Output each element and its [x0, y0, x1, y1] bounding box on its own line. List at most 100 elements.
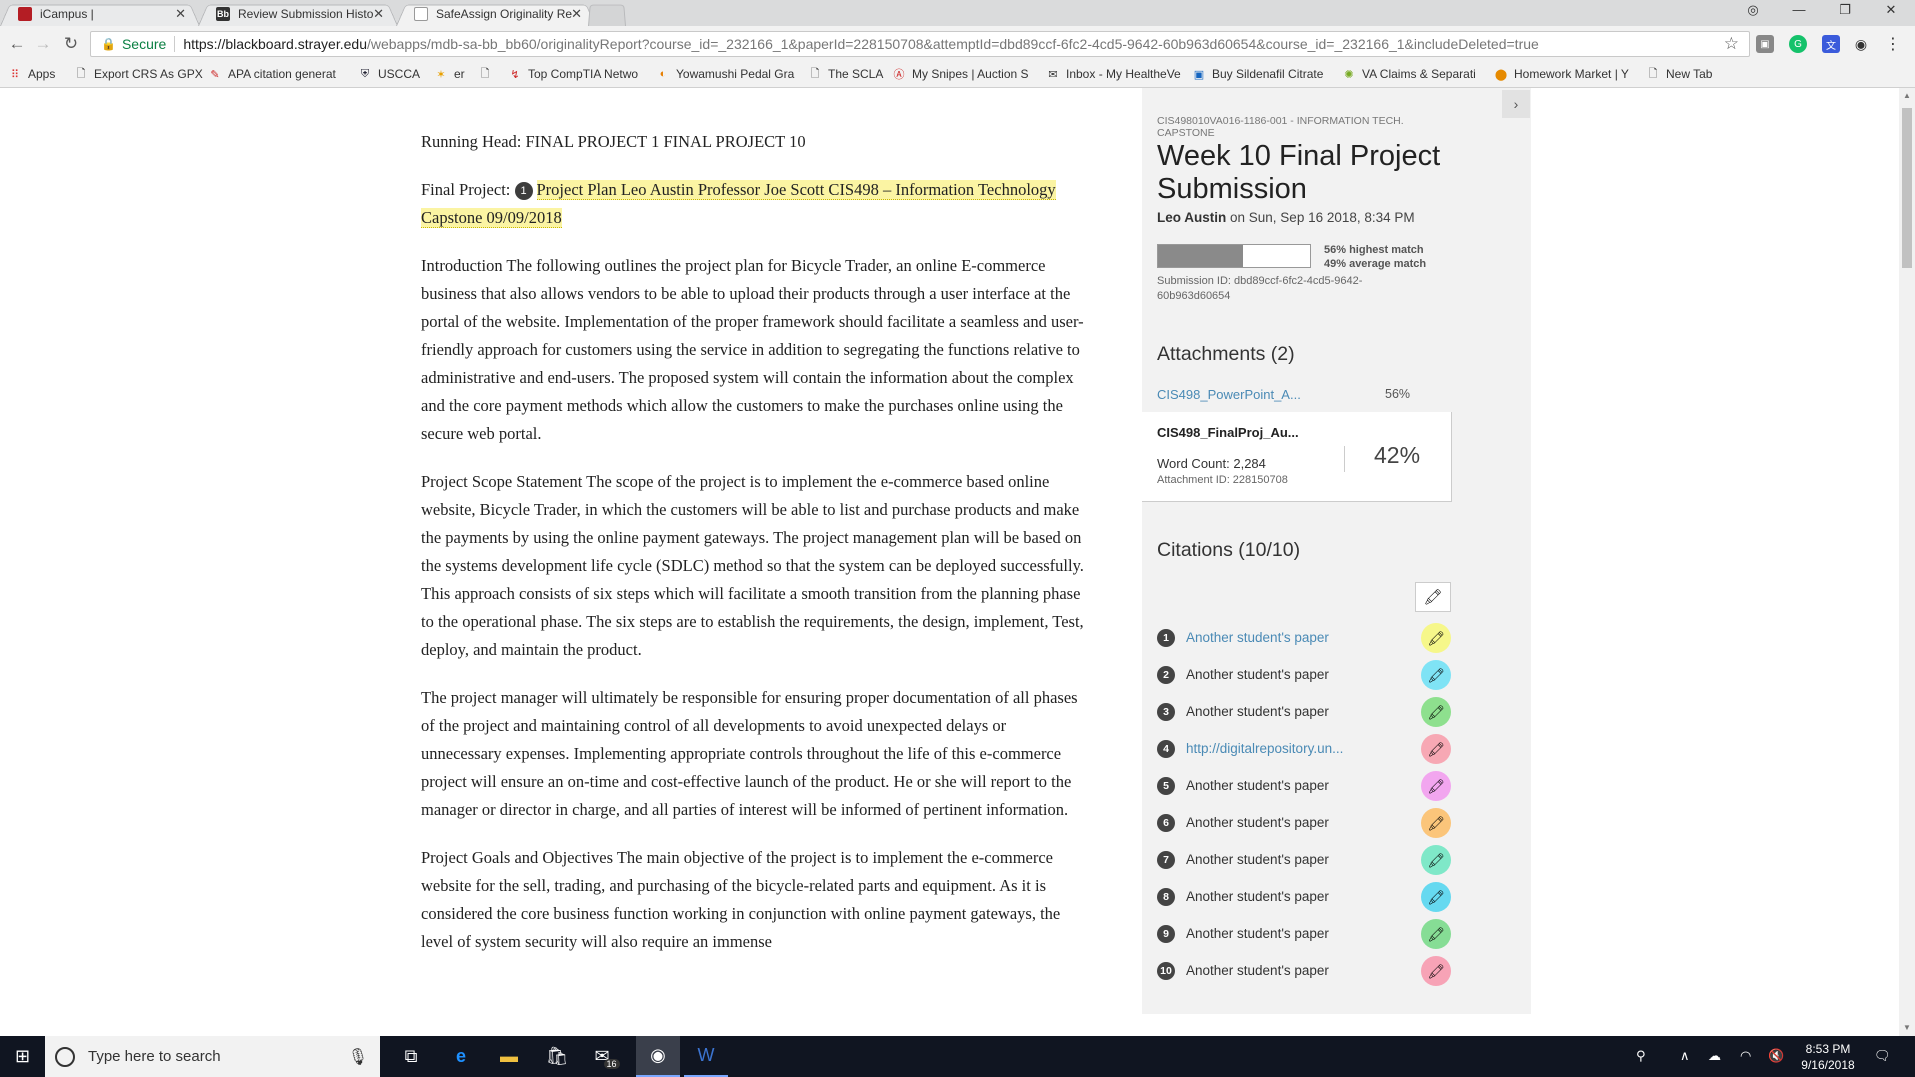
- citation-source-link[interactable]: Another student's paper: [1186, 852, 1361, 867]
- close-window-icon[interactable]: ✕: [1868, 2, 1914, 18]
- volume-muted-icon[interactable]: 🔇: [1768, 1048, 1784, 1064]
- highlighter-toggle-icon[interactable]: 🖍: [1421, 882, 1451, 912]
- bookmark-apa[interactable]: ✎ APA citation generat: [208, 67, 335, 81]
- page-scrollbar[interactable]: ▲ ▼: [1899, 88, 1915, 1036]
- citation-row[interactable]: 9 Another student's paper 🖍: [1157, 918, 1462, 949]
- file-explorer-icon[interactable]: ▬: [488, 1036, 530, 1077]
- citation-row[interactable]: 5 Another student's paper 🖍: [1157, 770, 1462, 801]
- citation-row[interactable]: 7 Another student's paper 🖍: [1157, 844, 1462, 875]
- citation-source-link[interactable]: Another student's paper: [1186, 630, 1361, 645]
- address-bar[interactable]: 🔒 Secure https://blackboard.strayer.edu /…: [90, 31, 1750, 57]
- citation-row[interactable]: 1 Another student's paper 🖍: [1157, 622, 1462, 653]
- bookmark-comptia[interactable]: ↯ Top CompTIA Netwo: [508, 67, 638, 81]
- edge-browser-icon[interactable]: e: [440, 1036, 482, 1077]
- scroll-down-icon[interactable]: ▼: [1899, 1020, 1915, 1036]
- system-clock[interactable]: 8:53 PM 9/16/2018: [1792, 1041, 1864, 1073]
- highlighter-toggle-icon[interactable]: 🖍: [1421, 623, 1451, 653]
- word-taskbar-icon[interactable]: W: [684, 1036, 728, 1077]
- close-tab-icon[interactable]: ✕: [571, 6, 582, 22]
- citation-source-link[interactable]: Another student's paper: [1186, 667, 1361, 682]
- bookmark-uscca[interactable]: ⛨ USCCA: [358, 67, 420, 81]
- bookmark-sildenafil[interactable]: ▣ Buy Sildenafil Citrate: [1192, 67, 1324, 81]
- bookmark-er[interactable]: ✶ er: [434, 67, 464, 81]
- bookmark-snipes[interactable]: Ⓐ My Snipes | Auction S: [892, 67, 1029, 81]
- extension-icon[interactable]: ▣: [1756, 35, 1774, 53]
- scrollbar-thumb[interactable]: [1902, 108, 1912, 268]
- menu-kebab-icon[interactable]: ⋮: [1884, 35, 1902, 53]
- citation-marker[interactable]: 1: [514, 182, 533, 200]
- new-tab-button[interactable]: [588, 2, 626, 26]
- tab-review-submission[interactable]: Bb Review Submission Histo ✕: [198, 2, 398, 26]
- store-icon[interactable]: 🛍: [536, 1036, 578, 1077]
- citation-row[interactable]: 6 Another student's paper 🖍: [1157, 807, 1462, 838]
- tray-overflow-chevron-icon[interactable]: ∧: [1680, 1048, 1690, 1064]
- citation-source-link[interactable]: Another student's paper: [1186, 963, 1361, 978]
- bookmark-export-crs[interactable]: 🗋 Export CRS As GPX: [74, 67, 203, 81]
- tab-safeassign[interactable]: SafeAssign Originality Re ✕: [396, 2, 596, 26]
- profile-icon[interactable]: ◎: [1730, 2, 1776, 18]
- attachment-finalproj-card[interactable]: CIS498_FinalProj_Au... Word Count: 2,284…: [1142, 412, 1452, 502]
- highlighter-toggle-icon[interactable]: 🖍: [1421, 808, 1451, 838]
- clock-date: 9/16/2018: [1801, 1058, 1855, 1072]
- citation-source-link[interactable]: Another student's paper: [1186, 815, 1361, 830]
- taskbar-search-box[interactable]: Type here to search 🎙: [45, 1036, 380, 1077]
- audio-extension-icon[interactable]: ◉: [1852, 35, 1870, 53]
- people-icon[interactable]: ⚲: [1636, 1048, 1646, 1064]
- citation-source-link[interactable]: Another student's paper: [1186, 889, 1361, 904]
- highlighter-toggle-icon[interactable]: 🖍: [1421, 660, 1451, 690]
- windows-start-icon[interactable]: ⊞: [0, 1036, 45, 1077]
- bookmark-blank[interactable]: 🗋: [478, 67, 498, 81]
- citation-source-link[interactable]: Another student's paper: [1186, 926, 1361, 941]
- citation-source-link[interactable]: http://digitalrepository.un...: [1186, 741, 1361, 756]
- citation-row[interactable]: 3 Another student's paper 🖍: [1157, 696, 1462, 727]
- bookmark-scla[interactable]: 🗋 The SCLA: [808, 67, 884, 81]
- wifi-icon[interactable]: ◠: [1740, 1048, 1751, 1064]
- citation-row[interactable]: 10 Another student's paper 🖍: [1157, 955, 1462, 986]
- minimize-icon[interactable]: —: [1776, 2, 1822, 17]
- notifications-icon[interactable]: 🗨: [1874, 1048, 1891, 1064]
- bookmark-va-claims[interactable]: ✺ VA Claims & Separati: [1342, 67, 1475, 81]
- bookmark-homework-market[interactable]: ⬤ Homework Market | Y: [1494, 67, 1629, 81]
- collapse-panel-chevron-icon[interactable]: ›: [1502, 90, 1530, 118]
- chrome-taskbar-icon[interactable]: ◉: [636, 1036, 680, 1077]
- forward-arrow-icon[interactable]: →: [32, 34, 54, 54]
- reload-icon[interactable]: ↻: [60, 34, 82, 54]
- bookmark-inbox[interactable]: ✉ Inbox - My HealtheVe: [1046, 67, 1180, 81]
- paper-paragraph: Project Goals and Objectives The main ob…: [421, 848, 1061, 951]
- bookmark-yowamushi[interactable]: ◐ Yowamushi Pedal Gra: [656, 67, 795, 81]
- tab-icampus[interactable]: iCampus | ✕: [0, 2, 200, 26]
- highlighter-toggle-icon[interactable]: 🖍: [1421, 956, 1451, 986]
- close-tab-icon[interactable]: ✕: [373, 6, 384, 22]
- close-tab-icon[interactable]: ✕: [175, 6, 186, 22]
- citation-source-link[interactable]: Another student's paper: [1186, 778, 1361, 793]
- yowamushi-icon: ◐: [659, 68, 667, 80]
- maximize-icon[interactable]: ❐: [1822, 2, 1868, 18]
- highlight-all-button[interactable]: 🖍: [1415, 582, 1451, 612]
- grammarly-icon[interactable]: G: [1789, 35, 1807, 53]
- citation-row[interactable]: 4 http://digitalrepository.un... 🖍: [1157, 733, 1462, 764]
- average-match: 49% average match: [1324, 258, 1427, 270]
- back-arrow-icon[interactable]: ←: [6, 34, 28, 54]
- microphone-icon[interactable]: 🎙: [348, 1047, 368, 1067]
- task-view-icon[interactable]: ⧉: [390, 1036, 432, 1077]
- highlighter-toggle-icon[interactable]: 🖍: [1421, 697, 1451, 727]
- citation-row[interactable]: 2 Another student's paper 🖍: [1157, 659, 1462, 690]
- bookmark-star-icon[interactable]: ☆: [1724, 34, 1739, 54]
- paper-paragraph: The project manager will ultimately be r…: [421, 688, 1078, 819]
- citation-source-link[interactable]: Another student's paper: [1186, 704, 1361, 719]
- highlighter-toggle-icon[interactable]: 🖍: [1421, 734, 1451, 764]
- attachment-powerpoint-link[interactable]: CIS498_PowerPoint_A...: [1157, 387, 1301, 402]
- highlighter-toggle-icon[interactable]: 🖍: [1421, 845, 1451, 875]
- bookmark-apps[interactable]: ⠿ Apps: [8, 67, 55, 81]
- highlighter-toggle-icon[interactable]: 🖍: [1421, 771, 1451, 801]
- onedrive-cloud-icon[interactable]: ☁: [1708, 1048, 1721, 1064]
- attachments-heading: Attachments (2): [1157, 343, 1295, 365]
- apps-grid-icon: ⠿: [10, 68, 20, 81]
- scroll-up-icon[interactable]: ▲: [1899, 88, 1915, 104]
- citation-row[interactable]: 8 Another student's paper 🖍: [1157, 881, 1462, 912]
- browser-tab-strip: iCampus | ✕ Bb Review Submission Histo ✕…: [0, 0, 1915, 26]
- mail-app-icon[interactable]: ✉ 16: [586, 1036, 628, 1077]
- translate-extension-icon[interactable]: 文: [1822, 35, 1840, 53]
- highlighter-toggle-icon[interactable]: 🖍: [1421, 919, 1451, 949]
- bookmark-new-tab[interactable]: 🗋 New Tab: [1646, 67, 1713, 81]
